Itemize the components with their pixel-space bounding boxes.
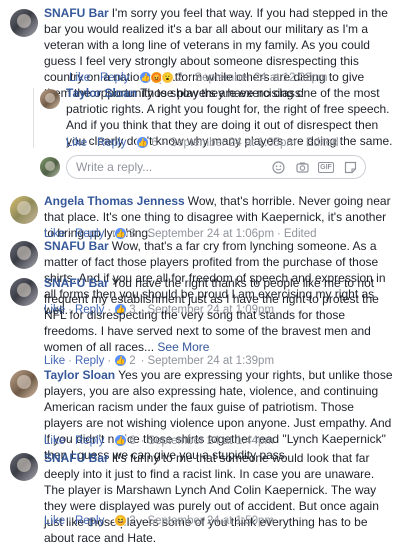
comment-actions: Like · Reply · 👍 2 · September 24 at 1:39p… xyxy=(44,354,275,367)
like-link[interactable]: Like xyxy=(69,72,90,84)
haha-reaction-icon: 😆 xyxy=(114,514,128,527)
like-reaction-icon: 👍 xyxy=(136,136,150,149)
reaction-count: 2 xyxy=(129,514,136,527)
like-reaction-icon: 👍 xyxy=(114,434,128,447)
comment-author[interactable]: Taylor Sloan xyxy=(66,86,137,100)
comment-actions: Like · Reply · 👍 😡 😮 2 · September 24 at 1… xyxy=(69,71,328,84)
camera-icon[interactable] xyxy=(295,160,309,174)
avatar-snafu-bar[interactable] xyxy=(10,241,38,269)
reactions-summary[interactable]: 👍 6 xyxy=(114,434,136,447)
reply-input[interactable] xyxy=(76,160,216,174)
comment-author[interactable]: Angela Thomas Jenness xyxy=(44,194,185,208)
reactions-summary[interactable]: 😆 2 xyxy=(114,514,136,527)
comment-text: Yes you are expressing your rights, but … xyxy=(44,368,393,462)
comment-body: SNAFU Bar It's funny to me that someone w… xyxy=(44,450,394,546)
see-more-link[interactable]: See More xyxy=(157,340,209,354)
reactions-summary[interactable]: 👍 6 xyxy=(136,136,158,149)
reactions-summary[interactable]: 👍 😡 😮 2 xyxy=(139,71,183,84)
reaction-count: 6 xyxy=(129,434,136,447)
comment-actions: Like · Reply · 👍 6 · September 24 at 1:44p… xyxy=(44,434,275,447)
avatar-snafu-bar[interactable] xyxy=(10,453,38,481)
comment-author[interactable]: SNAFU Bar xyxy=(44,276,109,290)
comment-author[interactable]: SNAFU Bar xyxy=(44,239,109,253)
current-user-avatar xyxy=(40,157,60,177)
avatar-snafu-bar[interactable] xyxy=(10,9,38,37)
comment-body: SNAFU Bar You have the right thanks to pe… xyxy=(44,275,394,355)
timestamp[interactable]: September 24 at 1:44pm xyxy=(147,435,274,447)
comment-author[interactable]: SNAFU Bar xyxy=(44,6,109,20)
sticker-icon[interactable] xyxy=(343,160,357,174)
avatar-taylor-sloan[interactable] xyxy=(40,89,60,109)
reply-composer[interactable]: GIF xyxy=(66,155,366,179)
emoji-icon[interactable] xyxy=(271,160,285,174)
comment-body: Taylor Sloan Yes you are expressing your … xyxy=(44,367,394,463)
avatar-angela-thomas-jenness[interactable] xyxy=(10,196,38,224)
timestamp[interactable]: September 24 at 1:50pm xyxy=(147,515,274,527)
like-reaction-icon: 👍 xyxy=(114,354,128,367)
reply-link[interactable]: Reply xyxy=(100,72,129,84)
comment-author[interactable]: SNAFU Bar xyxy=(44,451,109,465)
comment-actions: Like · Reply · 😆 2 · September 24 at 1:50p… xyxy=(44,514,275,527)
reply-link[interactable]: Reply xyxy=(75,355,104,367)
reaction-count: 2 xyxy=(129,354,136,367)
reactions-summary[interactable]: 👍 2 xyxy=(114,354,136,367)
timestamp[interactable]: September 24 at 12:32pm xyxy=(194,72,327,84)
like-link[interactable]: Like xyxy=(66,137,87,149)
comment-author[interactable]: Taylor Sloan xyxy=(44,368,115,382)
avatar-snafu-bar[interactable] xyxy=(10,278,38,306)
gif-icon[interactable]: GIF xyxy=(318,160,334,174)
wow-reaction-icon: 😮 xyxy=(161,71,175,84)
comment-text: It's funny to me that someone would look… xyxy=(44,451,379,545)
reply-link[interactable]: Reply xyxy=(75,515,104,527)
reply-link[interactable]: Reply xyxy=(75,435,104,447)
like-link[interactable]: Like xyxy=(44,435,65,447)
reply-link[interactable]: Reply xyxy=(97,137,126,149)
avatar-taylor-sloan[interactable] xyxy=(10,370,38,398)
edited-label[interactable]: Edited xyxy=(306,137,339,149)
timestamp[interactable]: September 24 at 1:05pm xyxy=(169,137,296,149)
reaction-count: 6 xyxy=(151,136,158,149)
like-link[interactable]: Like xyxy=(44,515,65,527)
thread-line xyxy=(33,88,34,148)
comment-actions: Like · Reply · 👍 6 · September 24 at 1:05p… xyxy=(66,136,339,149)
reaction-count: 2 xyxy=(176,71,183,84)
timestamp[interactable]: September 24 at 1:39pm xyxy=(147,355,274,367)
like-link[interactable]: Like xyxy=(44,355,65,367)
